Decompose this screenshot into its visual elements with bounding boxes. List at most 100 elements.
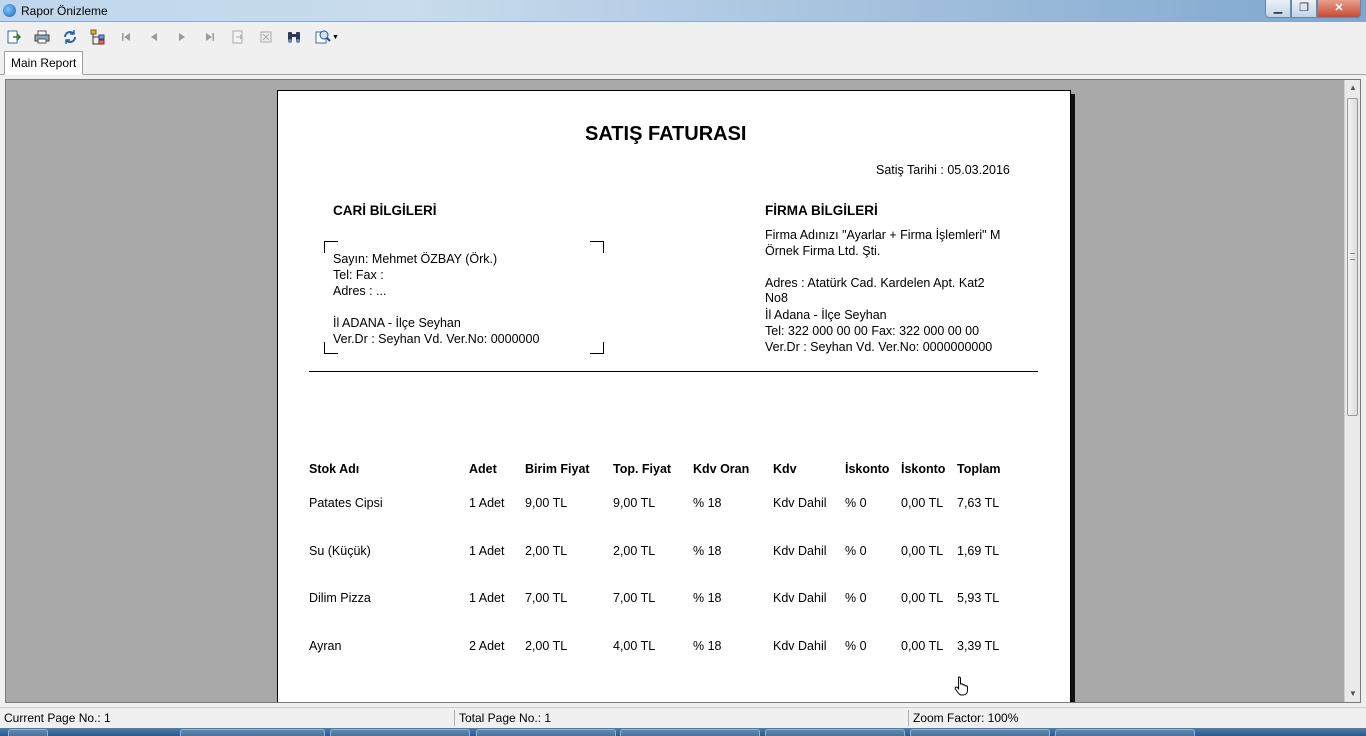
cell-discount: 0,00 TL bbox=[901, 496, 944, 510]
cell-vat-rate: % 18 bbox=[693, 544, 722, 558]
print-icon bbox=[34, 30, 50, 44]
divider bbox=[309, 371, 1038, 372]
cell-total-price: 9,00 TL bbox=[613, 496, 656, 510]
column-header: İskonto bbox=[901, 462, 946, 476]
company-phone: Tel: 322 000 00 00 Fax: 322 000 00 00 bbox=[765, 324, 980, 338]
cell-stock-name: Patates Cipsi bbox=[309, 496, 383, 510]
report-viewer: SATIŞ FATURASI Satiş Tarihi : 05.03.2016… bbox=[5, 79, 1361, 703]
start-button[interactable] bbox=[8, 729, 48, 736]
company-address: Adres : Atatürk Cad. Kardelen Apt. Kat2 bbox=[765, 276, 985, 290]
customer-frame-corner bbox=[590, 241, 604, 253]
stop-icon bbox=[260, 31, 272, 43]
maximize-button[interactable]: ❐ bbox=[1291, 0, 1317, 18]
column-header: Kdv Oran bbox=[693, 462, 750, 476]
sale-date: Satiş Tarihi : 05.03.2016 bbox=[876, 163, 1010, 177]
app-icon bbox=[3, 4, 16, 17]
cell-discount-rate: % 0 bbox=[845, 544, 867, 558]
company-address-cont: No8 bbox=[765, 291, 788, 305]
tab-strip: Main Report bbox=[0, 51, 1366, 75]
go-to-page-button[interactable] bbox=[229, 28, 247, 46]
refresh-icon bbox=[64, 30, 76, 44]
status-separator bbox=[454, 710, 455, 726]
find-icon bbox=[288, 32, 300, 43]
vertical-scrollbar[interactable]: ▲ ▼ bbox=[1344, 80, 1360, 702]
cell-unit-price: 2,00 TL bbox=[525, 544, 568, 558]
column-header: İskonto bbox=[845, 462, 890, 476]
cell-vat-rate: % 18 bbox=[693, 639, 722, 653]
minimize-button[interactable]: ▁ bbox=[1265, 0, 1291, 18]
taskbar-item[interactable] bbox=[180, 729, 325, 736]
minimize-icon: ▁ bbox=[1273, 2, 1283, 14]
first-page-icon bbox=[122, 33, 130, 41]
taskbar-item[interactable] bbox=[765, 729, 905, 736]
cell-stock-name: Su (Küçük) bbox=[309, 544, 371, 558]
company-name: Örnek Firma Ltd. Şti. bbox=[765, 244, 881, 258]
find-button[interactable] bbox=[285, 28, 303, 46]
scroll-down-button[interactable]: ▼ bbox=[1345, 686, 1360, 702]
cell-discount-rate: % 0 bbox=[845, 496, 867, 510]
cell-discount-rate: % 0 bbox=[845, 639, 867, 653]
cell-discount: 0,00 TL bbox=[901, 591, 944, 605]
cell-unit-price: 7,00 TL bbox=[525, 591, 568, 605]
stop-button[interactable] bbox=[257, 28, 275, 46]
cell-discount: 0,00 TL bbox=[901, 544, 944, 558]
cell-quantity: 2 Adet bbox=[469, 639, 505, 653]
go-to-page-icon bbox=[232, 30, 243, 44]
company-heading: FİRMA BİLGİLERİ bbox=[765, 203, 878, 218]
status-bar: Current Page No.: 1 Total Page No.: 1 Zo… bbox=[0, 707, 1366, 728]
cell-unit-price: 2,00 TL bbox=[525, 639, 568, 653]
current-page-status: Current Page No.: 1 bbox=[4, 711, 111, 725]
taskbar-item[interactable] bbox=[476, 729, 616, 736]
zoom-dropdown-button[interactable]: ▼ bbox=[313, 28, 341, 46]
cell-vat-rate: % 18 bbox=[693, 591, 722, 605]
taskbar-item[interactable] bbox=[330, 729, 470, 736]
cell-quantity: 1 Adet bbox=[469, 591, 505, 605]
taskbar-item[interactable] bbox=[910, 729, 1050, 736]
customer-address: Adres : ... bbox=[333, 284, 387, 298]
tab-main-report[interactable]: Main Report bbox=[4, 51, 84, 75]
customer-tax: Ver.Dr : Seyhan Vd. Ver.No: 0000000 bbox=[333, 332, 540, 346]
chevron-down-icon: ▼ bbox=[1349, 689, 1357, 698]
column-header: Kdv bbox=[773, 462, 797, 476]
column-header: Adet bbox=[469, 462, 497, 476]
first-page-button[interactable] bbox=[117, 28, 135, 46]
taskbar-item[interactable] bbox=[620, 729, 760, 736]
next-page-button[interactable] bbox=[173, 28, 191, 46]
zoom-icon bbox=[315, 30, 331, 44]
cell-total: 5,93 TL bbox=[957, 591, 1000, 605]
scroll-up-button[interactable]: ▲ bbox=[1345, 80, 1360, 96]
group-tree-button[interactable] bbox=[89, 28, 107, 46]
company-name-note: Firma Adınızı "Ayarlar + Firma İşlemleri… bbox=[765, 228, 1001, 242]
export-icon bbox=[7, 30, 22, 44]
export-button[interactable] bbox=[5, 28, 23, 46]
refresh-button[interactable] bbox=[61, 28, 79, 46]
cell-discount-rate: % 0 bbox=[845, 591, 867, 605]
next-page-icon bbox=[179, 33, 185, 41]
taskbar bbox=[0, 728, 1366, 736]
print-button[interactable] bbox=[33, 28, 51, 46]
cell-quantity: 1 Adet bbox=[469, 496, 505, 510]
toolbar: ▼ bbox=[0, 23, 1366, 51]
cell-vat: Kdv Dahil bbox=[773, 639, 827, 653]
previous-page-button[interactable] bbox=[145, 28, 163, 46]
column-header: Top. Fiyat bbox=[613, 462, 672, 476]
cell-discount: 0,00 TL bbox=[901, 639, 944, 653]
window-title: Rapor Önizleme bbox=[21, 4, 108, 18]
chevron-up-icon: ▲ bbox=[1349, 83, 1357, 92]
report-title: SATIŞ FATURASI bbox=[585, 123, 747, 145]
customer-phone: Tel: Fax : bbox=[333, 268, 384, 282]
group-tree-icon bbox=[90, 29, 105, 45]
taskbar-item[interactable] bbox=[1055, 729, 1195, 736]
close-icon: ✕ bbox=[1334, 2, 1344, 14]
customer-frame-corner bbox=[590, 342, 604, 354]
customer-city: İl ADANA - İlçe Seyhan bbox=[333, 316, 461, 330]
zoom-factor-status: Zoom Factor: 100% bbox=[913, 711, 1019, 725]
customer-name: Sayın: Mehmet ÖZBAY (Örk.) bbox=[333, 252, 498, 266]
cell-total: 3,39 TL bbox=[957, 639, 1000, 653]
last-page-button[interactable] bbox=[201, 28, 219, 46]
cell-total: 7,63 TL bbox=[957, 496, 1000, 510]
scroll-thumb[interactable] bbox=[1347, 98, 1358, 416]
restore-icon: ❐ bbox=[1299, 2, 1309, 14]
title-bar: Rapor Önizleme ▁ ❐ ✕ bbox=[0, 0, 1366, 22]
close-button[interactable]: ✕ bbox=[1317, 0, 1361, 18]
